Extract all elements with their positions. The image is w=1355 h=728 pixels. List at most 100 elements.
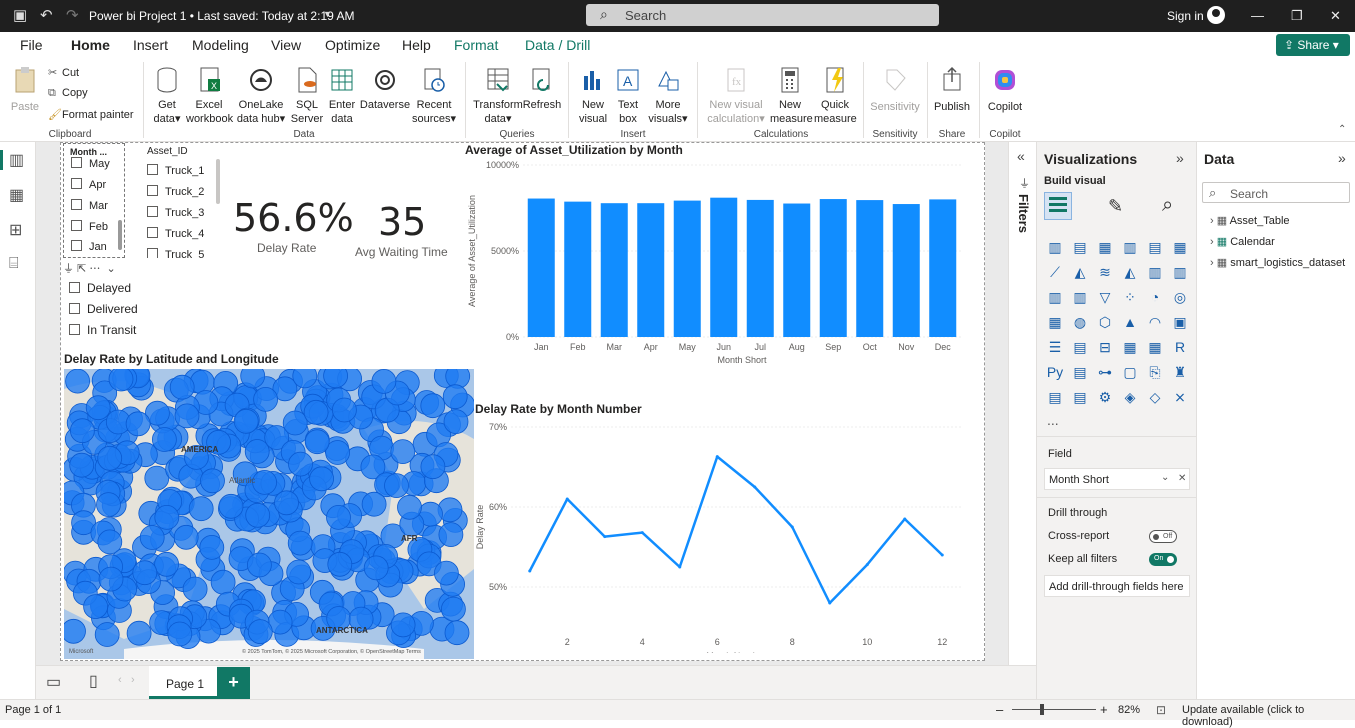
tree-item-smart-logistics[interactable]: › ▦ smart_logistics_dataset [1210, 256, 1345, 269]
minimize-icon[interactable]: — [1251, 8, 1264, 23]
more-visuals-button[interactable]: More visuals▾ [646, 66, 690, 126]
bar-chart[interactable]: 0% 5000% 10000% Jan Feb Mar Apr May Jun Jul Aug Sep… [461, 157, 971, 369]
onelake-button[interactable]: OneLake data hub▾ [234, 66, 288, 126]
tab-modeling[interactable]: Modeling [192, 37, 249, 53]
copy-button[interactable]: ⧉ Copy [48, 87, 88, 100]
qa-icon[interactable]: ▢ [1121, 363, 1139, 381]
mobile-layout-icon[interactable]: ▯ [89, 671, 98, 691]
format-painter-button[interactable]: 🖌Format painter [48, 108, 134, 121]
analytics-icon[interactable]: ⌕ [1162, 194, 1173, 217]
save-icon[interactable]: ▣ [13, 6, 27, 24]
sql-server-button[interactable]: SQL Server [290, 66, 324, 126]
scatter-icon[interactable]: ⁘ [1121, 288, 1139, 306]
file-title[interactable]: Power bi Project 1 • Last saved: Today a… [89, 9, 354, 23]
checkbox[interactable] [71, 178, 82, 189]
sign-in-link[interactable]: Sign in [1167, 9, 1204, 23]
tree-item-asset-table[interactable]: › ▦ Asset_Table [1210, 214, 1290, 227]
ribbon-icon[interactable]: ▥ [1046, 288, 1064, 306]
close-icon[interactable]: ✕ [1330, 8, 1341, 24]
goals-icon[interactable]: ♜ [1171, 363, 1189, 381]
field-well[interactable]: Month Short ⌄ ✕ [1044, 468, 1190, 490]
keep-filters-toggle[interactable]: On [1149, 553, 1177, 566]
paginated-icon[interactable]: ▤ [1046, 388, 1064, 406]
checkbox[interactable] [147, 227, 158, 238]
line-column-2-icon[interactable]: ▥ [1171, 263, 1189, 281]
model-view-icon[interactable]: ⊞ [9, 220, 22, 240]
more-2-icon[interactable]: ◇ [1146, 388, 1164, 406]
dax-query-icon[interactable]: ⌸ [9, 255, 19, 273]
area-icon[interactable]: ◭ [1071, 263, 1089, 281]
slicer-option[interactable]: Truck_3 [147, 206, 204, 219]
power-apps-icon[interactable]: ▤ [1071, 388, 1089, 406]
add-drill-through-well[interactable]: Add drill-through fields here [1044, 575, 1190, 597]
100-bar-icon[interactable]: ▤ [1146, 238, 1164, 256]
tab-view[interactable]: View [271, 37, 301, 53]
chevron-down-icon[interactable]: ▼ [323, 9, 332, 19]
tab-insert[interactable]: Insert [133, 37, 168, 53]
slicer-icon[interactable]: ⊟ [1096, 338, 1114, 356]
clustered-column-icon[interactable]: ▥ [1121, 238, 1139, 256]
prev-page-icon[interactable]: ‹ [118, 674, 122, 686]
table-view-icon[interactable]: ▦ [9, 185, 24, 205]
waterfall-icon[interactable]: ▥ [1071, 288, 1089, 306]
fit-to-page-icon[interactable]: ⊡ [1156, 703, 1166, 717]
treemap-icon[interactable]: ▦ [1046, 313, 1064, 331]
slicer-option[interactable]: Mar [71, 199, 108, 212]
python-visual-icon[interactable]: Py [1046, 363, 1064, 381]
transform-data-button[interactable]: Transform data▾ [470, 66, 526, 126]
r-visual-icon[interactable]: R [1171, 338, 1189, 356]
stacked-area-icon[interactable]: ≋ [1096, 263, 1114, 281]
checkbox[interactable] [69, 282, 80, 293]
slicer-option[interactable]: Apr [71, 178, 106, 191]
chevron-down-icon[interactable]: ⌄ [1161, 472, 1169, 483]
slicer-option[interactable]: May [71, 157, 110, 170]
kpi-icon[interactable]: ▤ [1071, 338, 1089, 356]
slicer-option[interactable]: Truck_4 [147, 227, 204, 240]
100-area-icon[interactable]: ◭ [1121, 263, 1139, 281]
new-visual-button[interactable]: New visual [574, 66, 612, 126]
100-column-icon[interactable]: ▦ [1171, 238, 1189, 256]
cut-button[interactable]: ✂ Cut [48, 66, 79, 79]
checkbox[interactable] [71, 157, 82, 168]
month-slicer[interactable]: Month ... May Apr Mar Feb Jan [63, 143, 125, 258]
clustered-bar-icon[interactable]: ▦ [1096, 238, 1114, 256]
slicer-option[interactable]: In Transit [69, 323, 136, 337]
publish-button[interactable]: Publish [932, 66, 972, 114]
report-view-icon[interactable]: ▥ [9, 150, 24, 170]
build-visual-tab[interactable] [1044, 192, 1072, 220]
get-data-button[interactable]: Get data▾ [148, 66, 186, 126]
page-tab-1[interactable]: Page 1 [149, 666, 217, 699]
checkbox[interactable] [147, 164, 158, 175]
paste-button[interactable]: Paste [8, 66, 42, 114]
recent-sources-button[interactable]: Recent sources▾ [409, 66, 459, 126]
add-page-button[interactable]: + [217, 667, 250, 699]
slicer-option[interactable]: Delivered [69, 302, 138, 316]
next-page-icon[interactable]: › [131, 674, 135, 686]
visual-header-icons[interactable]: ⏚ ⇱ ⋯ ⌄ [63, 260, 116, 276]
stacked-bar-icon[interactable]: ▥ [1046, 238, 1064, 256]
excel-workbook-button[interactable]: X Excel workbook [186, 66, 233, 126]
desktop-layout-icon[interactable]: ▭ [46, 672, 61, 692]
checkbox[interactable] [147, 206, 158, 217]
smart-narrative-icon[interactable]: ⎘ [1146, 363, 1164, 381]
search-input[interactable]: ⌕ Search [586, 4, 939, 26]
cross-report-toggle[interactable]: Off [1149, 530, 1177, 543]
share-button[interactable]: ⇪ Share ▾ [1276, 34, 1350, 56]
tree-item-calendar[interactable]: › ▦ Calendar [1210, 235, 1275, 248]
collapse-icon[interactable]: » [1176, 150, 1184, 166]
tab-file[interactable]: File [20, 37, 43, 53]
more-visuals-ellipsis[interactable]: ... [1047, 412, 1059, 428]
collapse-icon[interactable]: » [1338, 150, 1346, 166]
donut-icon[interactable]: ◎ [1171, 288, 1189, 306]
format-brush-icon[interactable]: ✎ [1108, 196, 1123, 217]
scrollbar[interactable] [118, 220, 122, 250]
checkbox[interactable] [147, 248, 158, 258]
slicer-option[interactable]: Truck_5 [147, 248, 204, 258]
checkbox[interactable] [71, 220, 82, 231]
more-1-icon[interactable]: ◈ [1121, 388, 1139, 406]
funnel-icon[interactable]: ▽ [1096, 288, 1114, 306]
text-box-button[interactable]: A Text box [613, 66, 643, 126]
checkbox[interactable] [71, 199, 82, 210]
pie-icon[interactable]: ◔ [1146, 288, 1164, 306]
tab-format[interactable]: Format [454, 37, 498, 53]
